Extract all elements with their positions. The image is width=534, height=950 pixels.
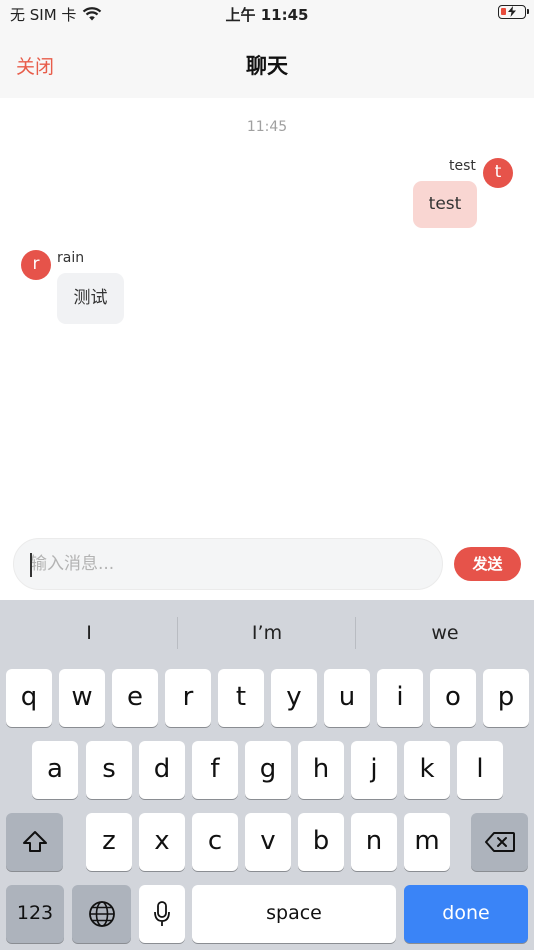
key-i[interactable]: i (377, 669, 423, 727)
page-title: 聊天 (246, 54, 288, 78)
globe-icon (88, 901, 115, 927)
message-input[interactable]: 输入消息... (13, 538, 443, 590)
message-bubble-outgoing[interactable]: test (413, 181, 477, 228)
key-x[interactable]: x (139, 813, 185, 871)
key-t[interactable]: t (218, 669, 264, 727)
sender-name-outgoing: test (449, 158, 476, 174)
message-composer: 输入消息... 发送 (0, 530, 534, 600)
key-m[interactable]: m (404, 813, 450, 871)
shift-key[interactable] (6, 813, 63, 871)
status-time: 上午 11:45 (225, 6, 309, 24)
status-bar: 无 SIM 卡 上午 11:45 (0, 0, 534, 28)
done-key[interactable]: done (404, 885, 528, 943)
key-r[interactable]: r (165, 669, 211, 727)
key-s[interactable]: s (86, 741, 132, 799)
battery-charging-icon (498, 5, 529, 19)
message-bubble-incoming[interactable]: 测试 (57, 273, 124, 324)
key-a[interactable]: a (32, 741, 78, 799)
key-y[interactable]: y (271, 669, 317, 727)
key-l[interactable]: l (457, 741, 503, 799)
key-f[interactable]: f (192, 741, 238, 799)
key-n[interactable]: n (351, 813, 397, 871)
key-p[interactable]: p (483, 669, 529, 727)
space-key[interactable]: space (192, 885, 396, 943)
key-g[interactable]: g (245, 741, 291, 799)
key-e[interactable]: e (112, 669, 158, 727)
suggestion-1[interactable]: I (0, 622, 178, 644)
key-b[interactable]: b (298, 813, 344, 871)
key-u[interactable]: u (324, 669, 370, 727)
microphone-icon (154, 901, 170, 926)
text-caret (30, 553, 32, 577)
key-z[interactable]: z (86, 813, 132, 871)
key-w[interactable]: w (59, 669, 105, 727)
backspace-key[interactable] (471, 813, 528, 871)
suggestion-3[interactable]: we (356, 622, 534, 644)
key-h[interactable]: h (298, 741, 344, 799)
backspace-icon (484, 832, 515, 852)
key-k[interactable]: k (404, 741, 450, 799)
key-o[interactable]: o (430, 669, 476, 727)
avatar-outgoing[interactable]: t (483, 158, 513, 188)
key-v[interactable]: v (245, 813, 291, 871)
send-button[interactable]: 发送 (454, 547, 521, 581)
key-c[interactable]: c (192, 813, 238, 871)
globe-key[interactable] (72, 885, 131, 943)
avatar-incoming[interactable]: r (21, 250, 51, 280)
key-d[interactable]: d (139, 741, 185, 799)
sender-name-incoming: rain (57, 250, 85, 266)
navigation-bar: 关闭 聊天 (0, 28, 534, 98)
key-q[interactable]: q (6, 669, 52, 727)
dictation-key[interactable] (139, 885, 185, 943)
message-input-placeholder: 输入消息... (30, 554, 115, 574)
key-j[interactable]: j (351, 741, 397, 799)
suggestion-2[interactable]: I’m (178, 622, 356, 644)
numbers-key[interactable]: 123 (6, 885, 64, 943)
keyboard: I I’m we q w e r t y u i o p a s d f g h… (0, 600, 534, 950)
message-timestamp: 11:45 (246, 119, 288, 135)
shift-icon (22, 831, 47, 852)
